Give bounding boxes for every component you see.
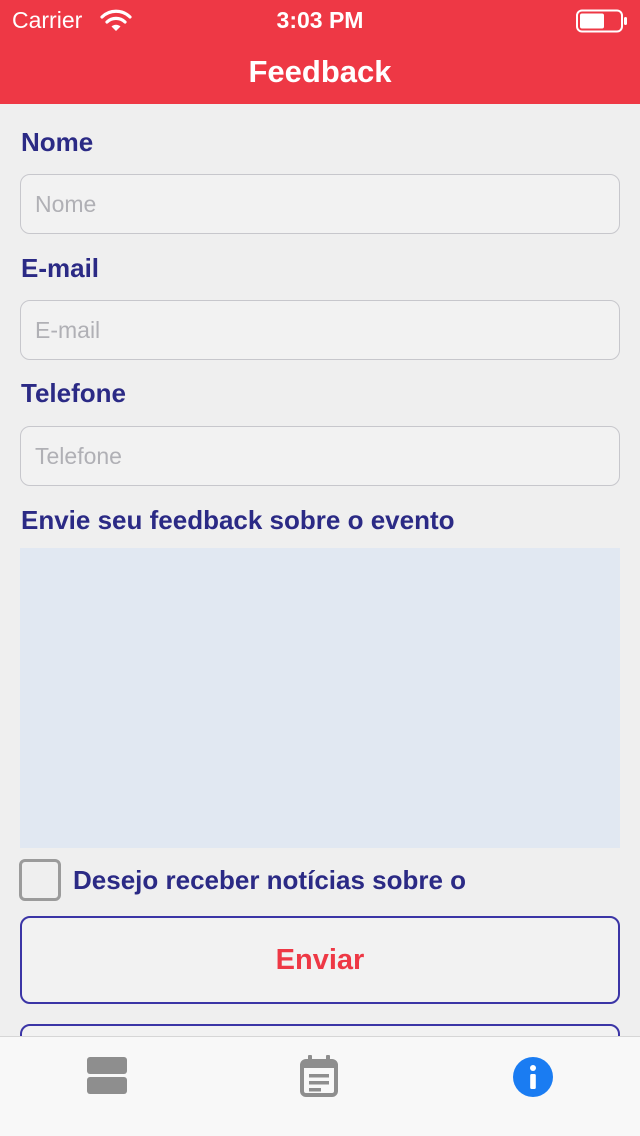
app-header: Carrier 3:03 PM Feedback bbox=[0, 0, 640, 104]
tab-schedule[interactable] bbox=[213, 1037, 426, 1136]
status-time: 3:03 PM bbox=[276, 7, 364, 33]
battery-icon bbox=[576, 9, 627, 33]
feedback-textarea[interactable] bbox=[20, 548, 620, 848]
info-icon bbox=[513, 1057, 553, 1097]
status-bar: Carrier 3:03 PM bbox=[0, 0, 640, 40]
tab-bar bbox=[0, 1036, 640, 1136]
feedback-label: Envie seu feedback sobre o evento bbox=[21, 505, 455, 535]
email-input[interactable] bbox=[20, 300, 620, 360]
page-title: Feedback bbox=[248, 54, 392, 89]
name-input[interactable] bbox=[20, 174, 620, 234]
phone-label: Telefone bbox=[21, 378, 126, 408]
list-icon bbox=[87, 1057, 127, 1094]
secondary-button[interactable] bbox=[20, 1024, 620, 1036]
submit-button[interactable]: Enviar bbox=[20, 916, 620, 1004]
tab-list[interactable] bbox=[0, 1037, 213, 1136]
name-label: Nome bbox=[21, 127, 94, 157]
newsletter-label: Desejo receber notícias sobre o bbox=[73, 865, 467, 895]
tab-info[interactable] bbox=[427, 1037, 640, 1136]
newsletter-checkbox[interactable] bbox=[19, 859, 61, 901]
phone-input[interactable] bbox=[20, 426, 620, 486]
feedback-form: Nome E-mail Telefone Envie seu feedback … bbox=[0, 104, 640, 1036]
calendar-icon bbox=[300, 1055, 338, 1097]
email-label: E-mail bbox=[21, 253, 100, 283]
